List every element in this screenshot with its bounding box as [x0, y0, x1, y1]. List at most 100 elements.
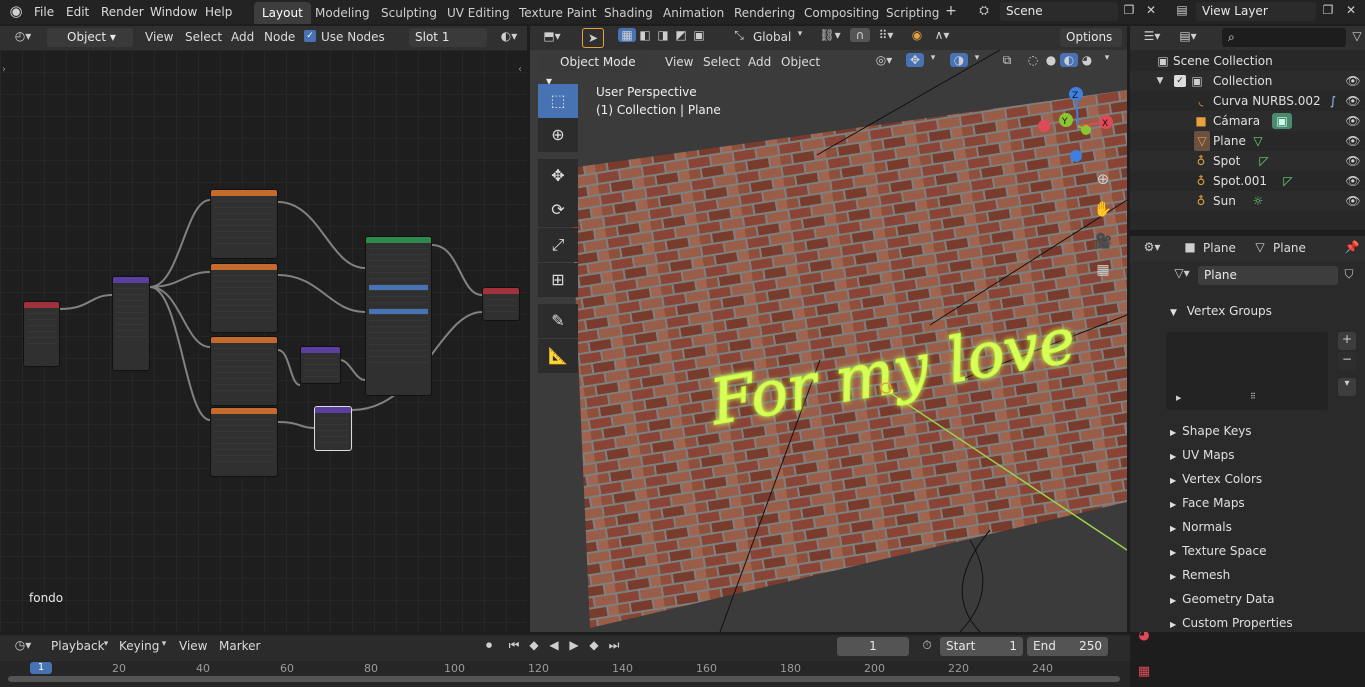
visibility-eye-icon[interactable]: 👁: [1344, 91, 1362, 111]
outliner-item-spot-001[interactable]: ♁ Spot.001 ◸ 👁: [1130, 171, 1365, 191]
play-icon[interactable]: ▶: [565, 638, 583, 652]
tab-animation[interactable]: Animation: [655, 2, 732, 24]
outliner-item-spot[interactable]: ♁ Spot ◸ 👁: [1130, 151, 1365, 171]
select-mode-invert-icon[interactable]: ◩: [672, 28, 690, 42]
select-mode-new-icon[interactable]: ▦: [618, 28, 636, 42]
frame-ruler[interactable]: 1 20 40 60 80 100 120 140 160 180 200 22…: [0, 661, 1130, 687]
normal-map-node[interactable]: [300, 346, 341, 384]
select-mode-intersect-icon[interactable]: ▣: [690, 28, 708, 42]
timeline-editor-type-icon[interactable]: ◷▾: [8, 638, 38, 652]
outliner-item-curve[interactable]: ◟ Curva NURBS.002 ∫ 👁: [1130, 91, 1365, 111]
geometry-data-panel[interactable]: ▶ Geometry Data: [1166, 587, 1365, 611]
node-editor[interactable]: fondo › ‹: [0, 50, 527, 632]
outliner-scene-collection[interactable]: ▣ Scene Collection: [1130, 51, 1365, 71]
play-reverse-icon[interactable]: ◀: [545, 638, 563, 652]
visibility-eye-icon[interactable]: 👁: [1344, 111, 1362, 131]
rotate-tool-icon[interactable]: ⟳: [538, 193, 578, 227]
menu-help[interactable]: Help: [199, 3, 238, 21]
outliner-search-field[interactable]: ⌕: [1222, 28, 1346, 47]
timeline-scrollbar[interactable]: [8, 676, 1120, 682]
zoom-icon[interactable]: ⊕: [1092, 170, 1114, 188]
remesh-panel[interactable]: ▶ Remesh: [1166, 563, 1365, 587]
options-button[interactable]: Options ▾: [1060, 28, 1122, 63]
tab-modeling[interactable]: Modeling: [307, 2, 378, 24]
tab-scripting[interactable]: Scripting: [878, 2, 947, 24]
viewport-add-menu[interactable]: Add: [743, 53, 776, 72]
node-view-menu[interactable]: View: [140, 28, 178, 47]
navigation-gizmo[interactable]: Z Y X: [1038, 86, 1118, 166]
transform-orientation-icon[interactable]: ⤡: [730, 28, 748, 43]
viewport-select-menu[interactable]: Select: [698, 53, 745, 72]
display-mode-icon[interactable]: ▤▾: [1174, 29, 1202, 43]
overlay-toggle-icon[interactable]: ◑: [950, 53, 968, 67]
outliner-item-camera[interactable]: ■ Cámara ▣ 👁: [1130, 111, 1365, 131]
visibility-filter-icon[interactable]: ◎▾: [870, 53, 898, 67]
material-browse-icon[interactable]: ◐▾: [495, 29, 523, 43]
node-toolbar-toggle-icon[interactable]: ‹: [518, 64, 522, 75]
normals-panel[interactable]: ▶ Normals: [1166, 515, 1365, 539]
tab-texture-paint[interactable]: Texture Paint: [511, 2, 604, 24]
object-mode-select[interactable]: Object Mode ▾: [540, 53, 648, 88]
add-vertex-group-button[interactable]: +: [1338, 332, 1356, 350]
visibility-eye-icon[interactable]: 👁: [1344, 191, 1362, 211]
image-texture-normal-node[interactable]: [210, 336, 278, 406]
timeline-view-menu[interactable]: View: [174, 637, 212, 656]
pivot-point-icon[interactable]: ⛓▾: [815, 28, 845, 42]
gizmo-dropdown-icon[interactable]: ▾: [926, 53, 940, 63]
tab-uv-editing[interactable]: UV Editing: [439, 2, 518, 24]
jump-start-icon[interactable]: ⏮: [505, 638, 523, 653]
view-layer-icon[interactable]: ▤: [1170, 3, 1194, 17]
select-mode-extend-icon[interactable]: ◧: [636, 28, 654, 42]
end-frame-field[interactable]: End 250: [1027, 637, 1108, 656]
face-maps-panel[interactable]: ▶ Face Maps: [1166, 491, 1365, 515]
orientation-select[interactable]: Global: [748, 28, 796, 47]
add-workspace-icon[interactable]: +: [943, 3, 959, 19]
playback-dropdown-icon[interactable]: ▾: [101, 639, 111, 649]
falloff-icon[interactable]: ∧▾: [928, 28, 956, 42]
node-node-menu[interactable]: Node: [259, 28, 300, 47]
shape-keys-panel[interactable]: ▶ Shape Keys: [1166, 419, 1365, 443]
shading-solid-icon[interactable]: ●: [1042, 53, 1060, 67]
texture-coordinate-node[interactable]: [23, 301, 60, 367]
annotate-tool-icon[interactable]: ✎: [538, 304, 578, 338]
select-box-tool-icon[interactable]: ➤: [582, 28, 604, 48]
pan-hand-icon[interactable]: ✋: [1092, 200, 1114, 218]
timeline-marker-menu[interactable]: Marker: [214, 637, 265, 656]
keying-dropdown-icon[interactable]: ▾: [159, 639, 169, 649]
visibility-eye-icon[interactable]: 👁: [1344, 71, 1362, 91]
preview-range-clock-icon[interactable]: ⏱: [918, 638, 936, 653]
blender-logo-icon[interactable]: ◉: [6, 2, 26, 22]
node-add-menu[interactable]: Add: [226, 28, 259, 47]
outliner-collection[interactable]: ▼ ✓ ▣ Collection 👁: [1130, 71, 1365, 91]
overlay-dropdown-icon[interactable]: ▾: [970, 53, 984, 63]
image-texture-roughness-node[interactable]: [210, 263, 278, 333]
snap-target-icon[interactable]: ⠿▾: [872, 28, 900, 42]
start-frame-field[interactable]: Start 1: [940, 637, 1023, 656]
editor-type-3d-icon[interactable]: ⬒▾: [538, 29, 566, 43]
measure-tool-icon[interactable]: 📐: [538, 339, 578, 373]
jump-end-icon[interactable]: ⏭: [605, 638, 623, 653]
perspective-toggle-icon[interactable]: ▦: [1092, 262, 1114, 278]
tab-rendering[interactable]: Rendering: [726, 2, 803, 24]
vertex-group-specials-button[interactable]: ▾: [1338, 378, 1356, 396]
current-frame-indicator[interactable]: 1: [30, 662, 52, 674]
editor-type-icon[interactable]: ◴▾: [8, 29, 38, 43]
use-nodes-checkbox[interactable]: ✓: [304, 30, 316, 42]
filter-icon[interactable]: ▽: [1350, 29, 1364, 43]
camera-view-icon[interactable]: 🎥: [1092, 232, 1114, 250]
shading-rendered-icon[interactable]: ◕: [1078, 53, 1096, 67]
prev-keyframe-icon[interactable]: ◆: [525, 638, 543, 652]
close-scene-icon[interactable]: ✕: [1143, 3, 1159, 17]
node-select-menu[interactable]: Select: [180, 28, 227, 47]
visibility-eye-icon[interactable]: 👁: [1344, 171, 1362, 191]
current-frame-field[interactable]: 1: [837, 637, 909, 656]
texture-space-panel[interactable]: ▶ Texture Space: [1166, 539, 1365, 563]
record-icon[interactable]: ⏺: [480, 638, 498, 653]
view-layer-field[interactable]: View Layer: [1196, 2, 1316, 21]
fake-user-shield-icon[interactable]: ⛉: [1340, 267, 1358, 282]
close-view-layer-icon[interactable]: ✕: [1343, 3, 1359, 17]
menu-render[interactable]: Render: [95, 3, 150, 21]
transform-tool-icon[interactable]: ⊞: [538, 263, 578, 297]
tab-compositing[interactable]: Compositing: [796, 2, 887, 24]
collapse-icon[interactable]: ▼: [1154, 71, 1166, 91]
